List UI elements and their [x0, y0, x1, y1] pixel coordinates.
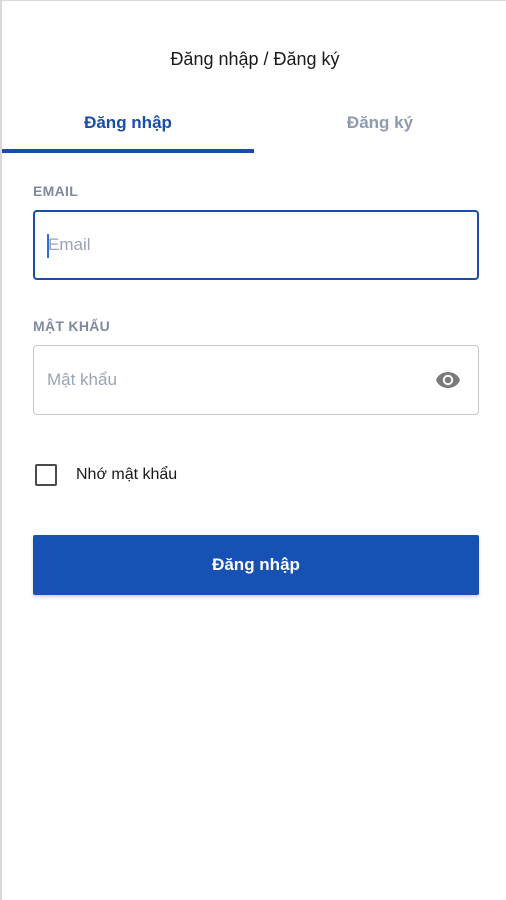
tab-login[interactable]: Đăng nhập: [2, 105, 254, 155]
password-field[interactable]: [34, 346, 478, 414]
show-password-button[interactable]: [434, 368, 462, 392]
remember-password-label: Nhớ mật khẩu: [76, 466, 178, 483]
tab-active-indicator: [2, 149, 254, 153]
email-label: EMAIL: [33, 183, 79, 199]
remember-password-checkbox[interactable]: [35, 464, 57, 486]
tab-login-label: Đăng nhập: [84, 113, 172, 132]
tab-register-label: Đăng ký: [346, 113, 414, 132]
login-button[interactable]: Đăng nhập: [33, 535, 479, 595]
login-button-label: Đăng nhập: [212, 555, 300, 574]
email-field-container: [33, 210, 479, 280]
text-cursor: [47, 234, 49, 258]
email-field[interactable]: [35, 212, 477, 278]
tab-register[interactable]: Đăng ký: [254, 105, 506, 155]
page-title: Đăng nhập / Đăng ký: [170, 49, 340, 69]
remember-password-row[interactable]: Nhớ mật khẩu: [35, 464, 177, 486]
eye-icon: [436, 372, 460, 388]
login-screen: Đăng nhập / Đăng ký Đăng nhập Đăng ký EM…: [0, 0, 506, 900]
password-label: MẬT KHẨU: [33, 318, 111, 334]
password-field-container: [33, 345, 479, 415]
auth-tabs: Đăng nhập Đăng ký: [2, 105, 506, 155]
